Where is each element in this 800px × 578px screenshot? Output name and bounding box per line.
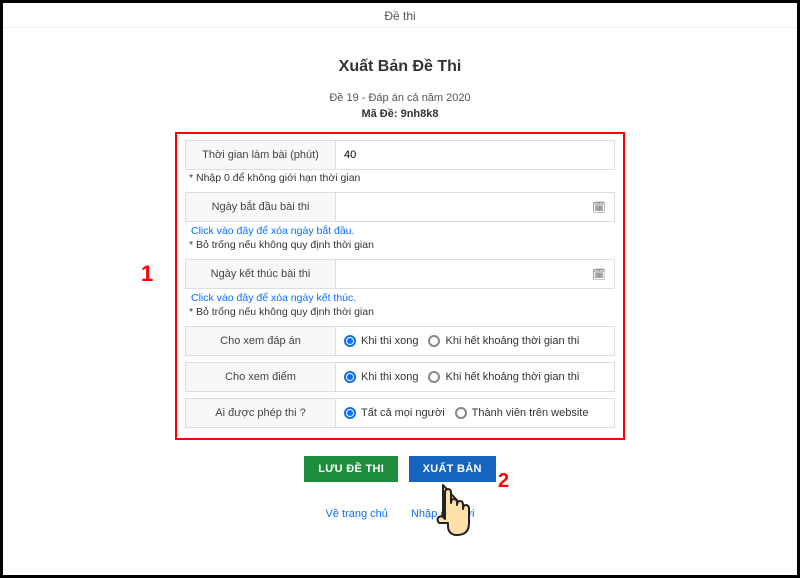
duration-body [336, 141, 614, 169]
radio-off-icon [455, 407, 467, 419]
breadcrumb: Đề thi [3, 3, 797, 28]
answers-row: Cho xem đáp án Khi thi xong Khi hết khoả… [185, 326, 615, 356]
allowed-opt-members-label: Thành viên trên website [472, 407, 589, 419]
button-row: LƯU ĐỀ THI XUẤT BẢN [175, 456, 625, 482]
end-date-row: Ngày kết thúc bài thi 🗓 [185, 259, 615, 289]
duration-label: Thời gian làm bài (phút) [186, 141, 336, 169]
form-panel: Đề 19 - Đáp án cả năm 2020 Mã Đề: 9nh8k8… [165, 82, 635, 534]
allowed-label: Ai được phép thi ? [186, 399, 336, 427]
settings-highlight: Thời gian làm bài (phút) * Nhập 0 để khô… [175, 132, 625, 440]
exam-code: Mã Đề: 9nh8k8 [175, 108, 625, 120]
clear-end-link[interactable]: Click vào đây để xóa ngày kết thúc. [191, 292, 615, 304]
start-date-note: * Bỏ trống nếu không quy định thời gian [189, 239, 615, 251]
answers-opt-timeover[interactable]: Khi hết khoảng thời gian thi [428, 335, 579, 347]
scores-row: Cho xem điểm Khi thi xong Khi hết khoảng… [185, 362, 615, 392]
app-frame: Đề thi Xuất Bản Đề Thi Đề 19 - Đáp án cả… [0, 0, 800, 578]
end-date-input[interactable]: 🗓 [336, 260, 614, 288]
exam-subtitle: Đề 19 - Đáp án cả năm 2020 [175, 92, 625, 104]
scores-opt-timeover-label: Khi hết khoảng thời gian thi [445, 371, 579, 383]
home-link[interactable]: Về trang chủ [326, 508, 388, 520]
start-date-row: Ngày bắt đầu bài thi 🗓 [185, 192, 615, 222]
start-date-label: Ngày bắt đầu bài thi [186, 193, 336, 221]
duration-row: Thời gian làm bài (phút) [185, 140, 615, 170]
scores-label: Cho xem điểm [186, 363, 336, 391]
answers-label: Cho xem đáp án [186, 327, 336, 355]
new-exam-link[interactable]: Nhập đề mới [411, 508, 474, 520]
start-date-input[interactable]: 🗓 [336, 193, 614, 221]
answers-opt-done-label: Khi thi xong [361, 335, 418, 347]
clear-start-link[interactable]: Click vào đây để xóa ngày bắt đầu. [191, 225, 615, 237]
save-button[interactable]: LƯU ĐỀ THI [304, 456, 398, 482]
callout-2: 2 [498, 470, 509, 493]
exam-code-label: Mã Đề: [361, 108, 397, 120]
page-title: Xuất Bản Đề Thi [23, 58, 777, 76]
duration-note: * Nhập 0 để không giới hạn thời gian [189, 172, 615, 184]
answers-opt-timeover-label: Khi hết khoảng thời gian thi [445, 335, 579, 347]
calendar-icon: 🗓 [592, 201, 606, 214]
callout-1: 1 [141, 261, 153, 287]
radio-off-icon [428, 371, 440, 383]
allowed-row: Ai được phép thi ? Tất cả mọi người Thàn… [185, 398, 615, 428]
allowed-opt-all[interactable]: Tất cả mọi người [344, 407, 445, 419]
scores-opt-timeover[interactable]: Khi hết khoảng thời gian thi [428, 371, 579, 383]
content: Xuất Bản Đề Thi Đề 19 - Đáp án cả năm 20… [3, 28, 797, 546]
publish-button[interactable]: XUẤT BẢN [409, 456, 496, 482]
answers-opt-done[interactable]: Khi thi xong [344, 335, 418, 347]
radio-on-icon [344, 407, 356, 419]
scores-opt-done[interactable]: Khi thi xong [344, 371, 418, 383]
radio-off-icon [428, 335, 440, 347]
radio-on-icon [344, 335, 356, 347]
bottom-links: Về trang chủ Nhập đề mới [175, 508, 625, 520]
end-date-label: Ngày kết thúc bài thi [186, 260, 336, 288]
duration-input[interactable] [344, 141, 606, 169]
end-date-note: * Bỏ trống nếu không quy định thời gian [189, 306, 615, 318]
radio-on-icon [344, 371, 356, 383]
allowed-opt-members[interactable]: Thành viên trên website [455, 407, 589, 419]
calendar-icon: 🗓 [592, 268, 606, 281]
scores-opt-done-label: Khi thi xong [361, 371, 418, 383]
exam-code-value: 9nh8k8 [401, 108, 439, 120]
allowed-opt-all-label: Tất cả mọi người [361, 407, 445, 419]
